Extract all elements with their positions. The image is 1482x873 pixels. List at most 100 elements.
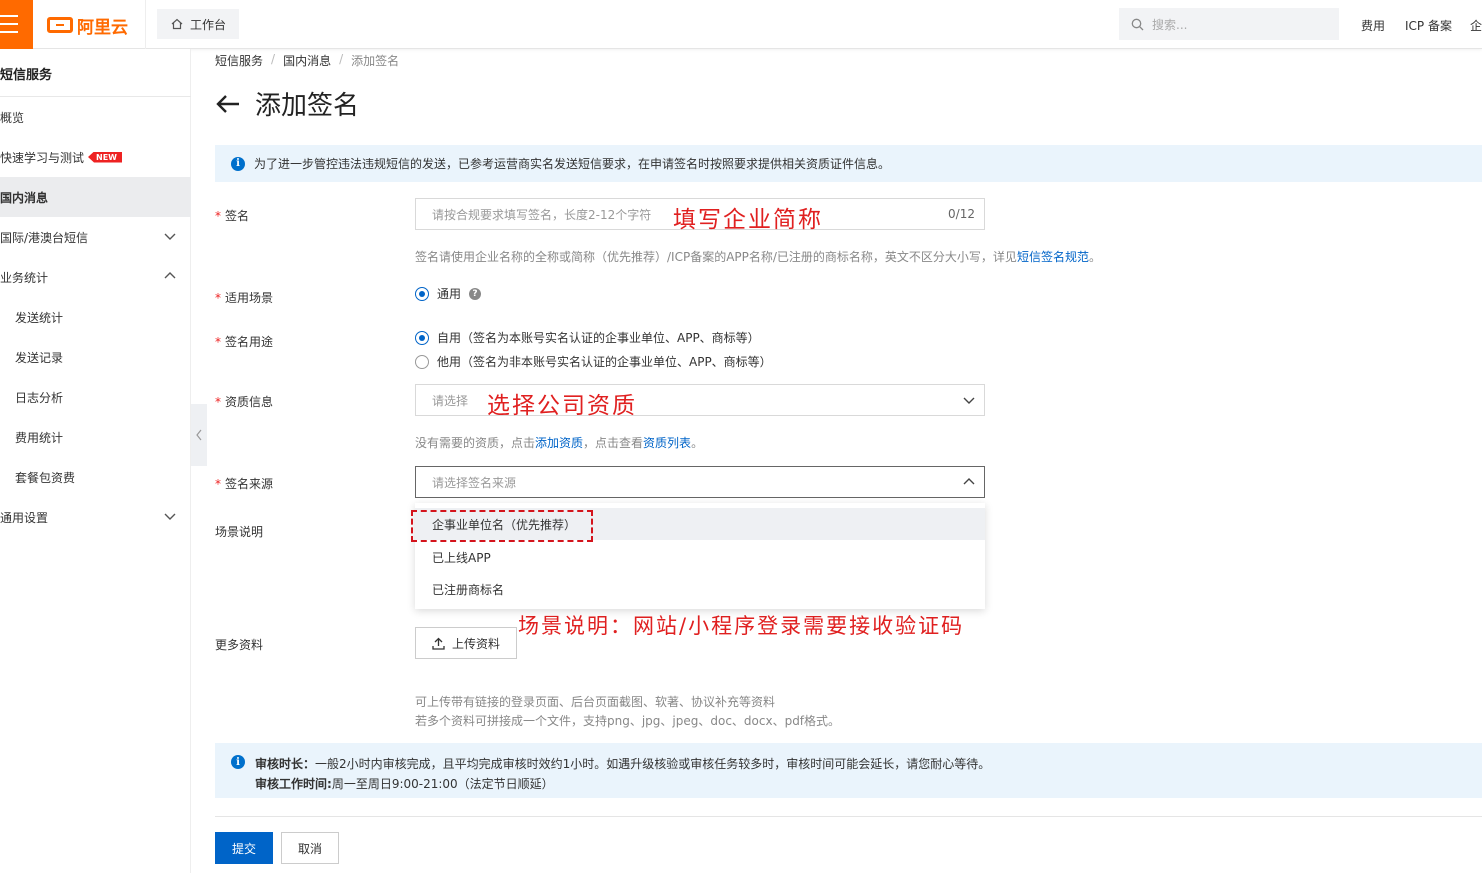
sidebar-item-label: 业务统计 [0, 270, 49, 285]
scene-option-label: 通用 [437, 287, 462, 301]
sidebar-item-cost-stats[interactable]: 费用统计 [0, 417, 191, 457]
sidebar-item-label: 日志分析 [15, 390, 64, 405]
logo-text: 阿里云 [77, 17, 128, 38]
qualification-label: * 资质信息 [215, 395, 274, 409]
info-icon: i [231, 755, 245, 769]
sidebar-item-business-stats[interactable]: 业务统计 [0, 257, 191, 297]
page-title-text: 添加签名 [255, 91, 360, 121]
signature-label: * 签名 [215, 209, 250, 223]
radio-unselected[interactable] [415, 354, 429, 369]
chevron-left-icon [196, 429, 202, 441]
scene-label: * 适用场景 [215, 291, 274, 305]
purpose-radio-other[interactable]: 他用（签名为非本账号实名认证的企事业单位、APP、商标等） [415, 353, 772, 370]
annotation-qualification: 选择公司资质 [487, 393, 637, 419]
top-bar: 阿里云 工作台 搜索... 费用 ICP 备案 企 [0, 0, 1482, 49]
annotation-signature: 填写企业简称 [673, 207, 823, 233]
chevron-down-icon [164, 513, 176, 520]
upload-hint-1: 可上传带有链接的登录页面、后台页面截图、软著、协议补充等资料 [415, 695, 776, 709]
aliyun-logo[interactable]: 阿里云 [47, 13, 128, 38]
signature-hint: 签名请使用企业名称的全称或简称（优先推荐）/ICP备案的APP名称/已注册的商标… [415, 250, 1101, 264]
upload-hint-2: 若多个资料可拼接成一个文件，支持png、jpg、jpeg、doc、docx、pd… [415, 714, 841, 728]
search-placeholder: 搜索... [1152, 17, 1188, 32]
sidebar-title: 短信服务 [0, 68, 53, 83]
chevron-down-icon [164, 233, 176, 240]
breadcrumb-separator: / [339, 52, 344, 66]
info-icon: i [231, 156, 245, 171]
qualification-list-link[interactable]: 资质列表 [643, 436, 691, 450]
qualification-hint: 没有需要的资质，点击添加资质，点击查看资质列表。 [415, 436, 704, 450]
back-arrow-icon[interactable] [215, 94, 241, 114]
radio-selected[interactable] [415, 286, 429, 301]
breadcrumb-item-sms[interactable]: 短信服务 [215, 52, 263, 69]
upload-icon [432, 637, 445, 650]
review-notice-text: 审核时长：一般2小时内审核完成，且平均完成审核时效约1小时。如遇升级核验或审核任… [255, 757, 991, 791]
chevron-up-icon [164, 272, 176, 279]
divider [215, 816, 1482, 817]
sidebar-item-overview[interactable]: 概览 [0, 97, 191, 137]
page-title: 添加签名 [215, 85, 359, 122]
source-select[interactable]: 请选择签名来源 [415, 466, 985, 498]
scene-radio-general[interactable]: 通用 ? [415, 285, 482, 302]
breadcrumb: 短信服务 / 国内消息 / 添加签名 [215, 52, 399, 69]
source-label: * 签名来源 [215, 477, 274, 491]
chevron-down-icon [963, 397, 975, 404]
sidebar-item-label: 费用统计 [15, 430, 64, 445]
scene-desc-label: 场景说明 [215, 525, 264, 539]
purpose-radio-self[interactable]: 自用（签名为本账号实名认证的企事业单位、APP、商标等） [415, 329, 760, 346]
purpose-label: * 签名用途 [215, 335, 274, 349]
aliyun-logo-mark [47, 17, 73, 33]
notice-text: 为了进一步管控违法违规短信的发送，已参考运营商实名发送短信要求，在申请签名时按照… [254, 157, 891, 171]
new-badge: NEW [88, 151, 122, 163]
sidebar-item-quick-learn[interactable]: 快速学习与测试 NEW [0, 137, 191, 177]
nav-icp[interactable]: ICP 备案 [1405, 17, 1452, 34]
sidebar-item-label: 套餐包资费 [15, 470, 76, 485]
upload-label: 上传资料 [451, 636, 500, 651]
purpose-option-label: 自用（签名为本账号实名认证的企事业单位、APP、商标等） [437, 331, 760, 345]
signature-rules-link[interactable]: 短信签名规范 [1017, 250, 1089, 264]
more-label: 更多资料 [215, 638, 264, 652]
workbench-button[interactable]: 工作台 [157, 9, 239, 39]
radio-selected[interactable] [415, 330, 429, 345]
sidebar-item-package[interactable]: 套餐包资费 [0, 457, 191, 497]
review-notice: i 审核时长：一般2小时内审核完成，且平均完成审核时效约1小时。如遇升级核验或审… [215, 743, 1482, 798]
char-counter: 0/12 [948, 207, 975, 221]
hamburger-menu-icon[interactable] [0, 0, 33, 49]
compliance-notice: i 为了进一步管控违法违规短信的发送，已参考运营商实名发送短信要求，在申请签名时… [215, 145, 1482, 182]
sidebar-item-label: 国际/港澳台短信 [0, 230, 89, 245]
annotation-scene: 场景说明：网站/小程序登录需要接收验证码 [518, 614, 965, 638]
help-icon[interactable]: ? [469, 287, 482, 300]
sidebar-item-send-records[interactable]: 发送记录 [0, 337, 191, 377]
signature-placeholder: 请按合规要求填写签名，长度2-12个字符 [432, 207, 652, 222]
dropdown-option-trademark[interactable]: 已注册商标名 [415, 573, 985, 605]
submit-button[interactable]: 提交 [215, 832, 273, 864]
purpose-option-label: 他用（签名为非本账号实名认证的企事业单位、APP、商标等） [437, 355, 772, 369]
workbench-label: 工作台 [190, 17, 227, 32]
sidebar-item-label: 概览 [0, 110, 25, 125]
breadcrumb-item-current: 添加签名 [351, 54, 400, 68]
sidebar-item-domestic[interactable]: 国内消息 [0, 177, 191, 217]
chevron-up-icon [963, 478, 975, 485]
add-qualification-link[interactable]: 添加资质 [535, 436, 583, 450]
search-icon [1131, 18, 1144, 30]
sidebar-item-send-stats[interactable]: 发送统计 [0, 297, 191, 337]
sidebar-collapse-handle[interactable] [191, 404, 207, 466]
sidebar-item-general-settings[interactable]: 通用设置 [0, 497, 191, 537]
sidebar-item-international[interactable]: 国际/港澳台短信 [0, 217, 191, 257]
sidebar-item-label: 发送统计 [15, 310, 64, 325]
cancel-button[interactable]: 取消 [281, 832, 339, 864]
nav-enterprise[interactable]: 企 [1470, 17, 1482, 34]
highlight-box [411, 510, 593, 542]
breadcrumb-item-domestic[interactable]: 国内消息 [283, 52, 331, 69]
breadcrumb-separator: / [271, 52, 276, 66]
upload-button[interactable]: 上传资料 [415, 627, 517, 659]
search-input[interactable]: 搜索... [1119, 8, 1339, 40]
nav-fees[interactable]: 费用 [1361, 17, 1385, 34]
sidebar-item-label: 快速学习与测试 [0, 150, 85, 165]
source-placeholder: 请选择签名来源 [432, 475, 517, 490]
divider [145, 0, 146, 49]
qualification-placeholder: 请选择 [432, 393, 469, 408]
sidebar-item-label: 国内消息 [0, 190, 49, 205]
sidebar: 短信服务 概览 快速学习与测试 NEW 国内消息 国际/港澳台短信 业务统计 发… [0, 49, 191, 873]
dropdown-option-app[interactable]: 已上线APP [415, 541, 985, 573]
sidebar-item-log-analysis[interactable]: 日志分析 [0, 377, 191, 417]
